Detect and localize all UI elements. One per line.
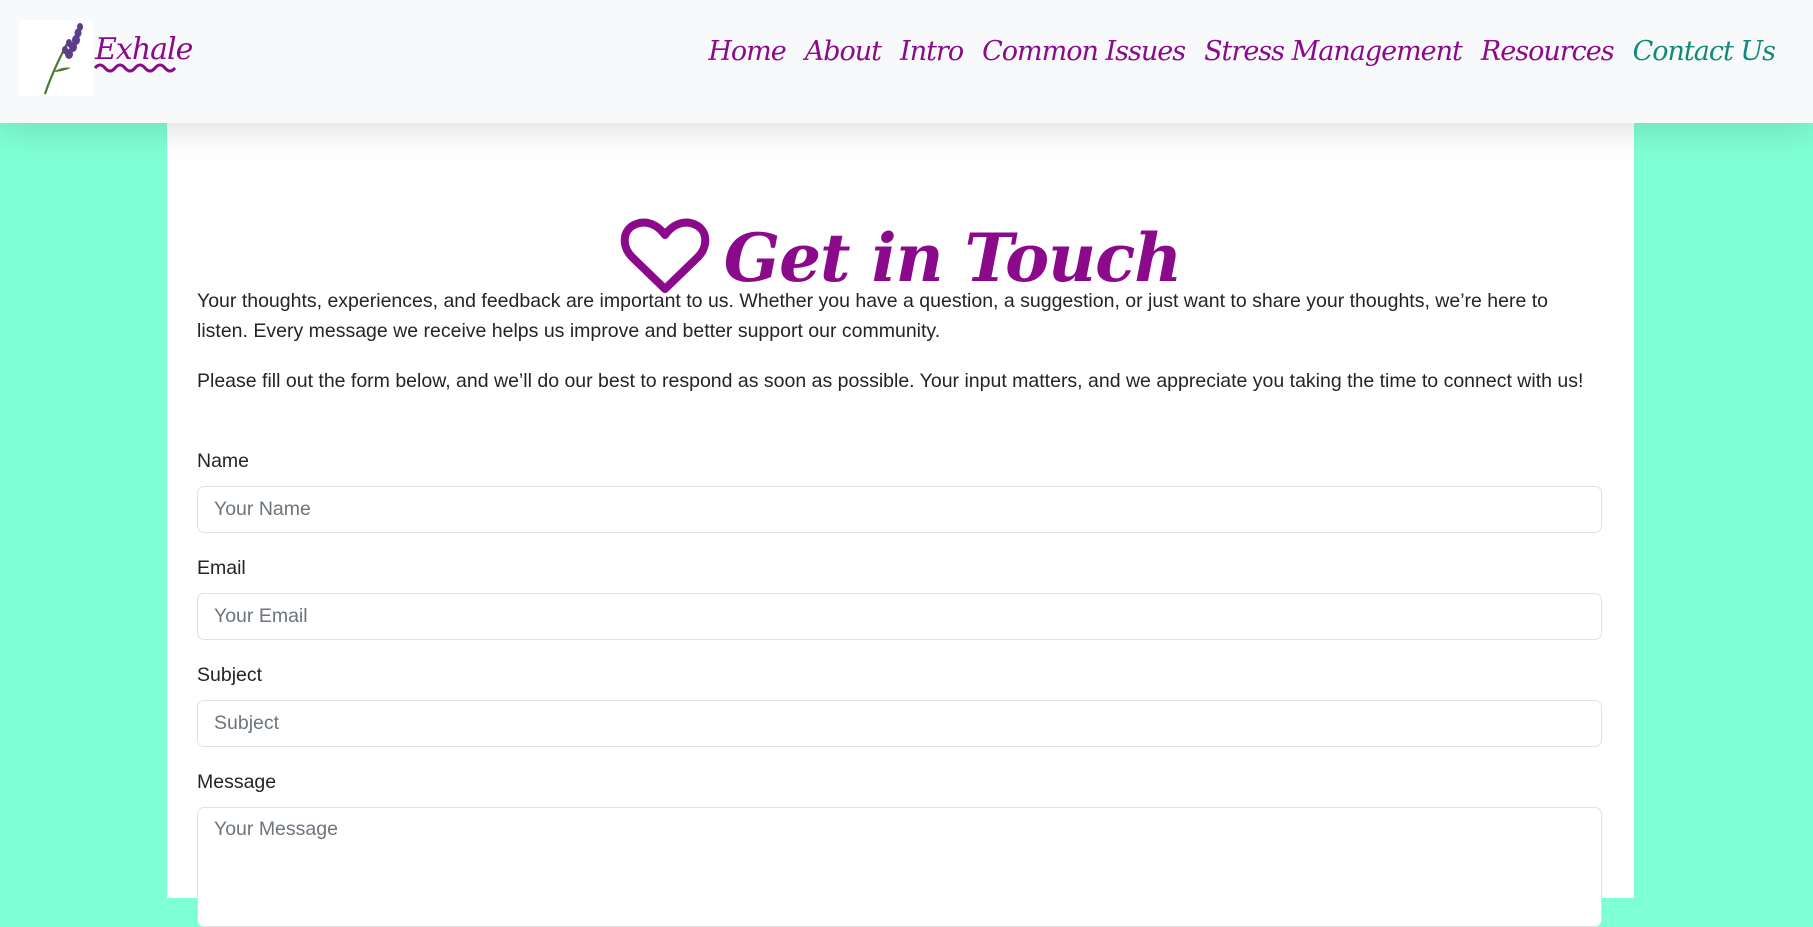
nav-common-issues[interactable]: Common Issues (982, 36, 1186, 67)
intro-paragraph-1: Your thoughts, experiences, and feedback… (197, 290, 1549, 342)
name-input[interactable] (197, 486, 1602, 533)
message-label: Message (197, 771, 277, 793)
nav-resources[interactable]: Resources (1481, 36, 1615, 67)
brand-link[interactable]: Exhale (19, 20, 193, 96)
nav-stress-management[interactable]: Stress Management (1204, 36, 1463, 67)
message-textarea[interactable] (197, 807, 1602, 927)
brand-wave-underline (93, 63, 177, 73)
nav-home[interactable]: Home (708, 36, 786, 67)
name-label: Name (197, 450, 250, 472)
email-label: Email (197, 557, 246, 579)
nav-about[interactable]: About (805, 36, 882, 67)
nav-contact-us[interactable]: Contact Us (1633, 36, 1776, 67)
subject-label: Subject (197, 664, 263, 686)
lavender-logo-icon (19, 20, 93, 96)
intro-paragraph-2: Please fill out the form below, and we’l… (197, 370, 1584, 392)
email-input[interactable] (197, 593, 1602, 640)
nav-links: Home About Intro Common Issues Stress Ma… (708, 36, 1776, 67)
navbar: Exhale Home About Intro Common Issues St… (0, 0, 1813, 123)
subject-input[interactable] (197, 700, 1602, 747)
nav-intro[interactable]: Intro (900, 36, 964, 67)
contact-card: Get in Touch Your thoughts, experiences,… (167, 123, 1634, 927)
